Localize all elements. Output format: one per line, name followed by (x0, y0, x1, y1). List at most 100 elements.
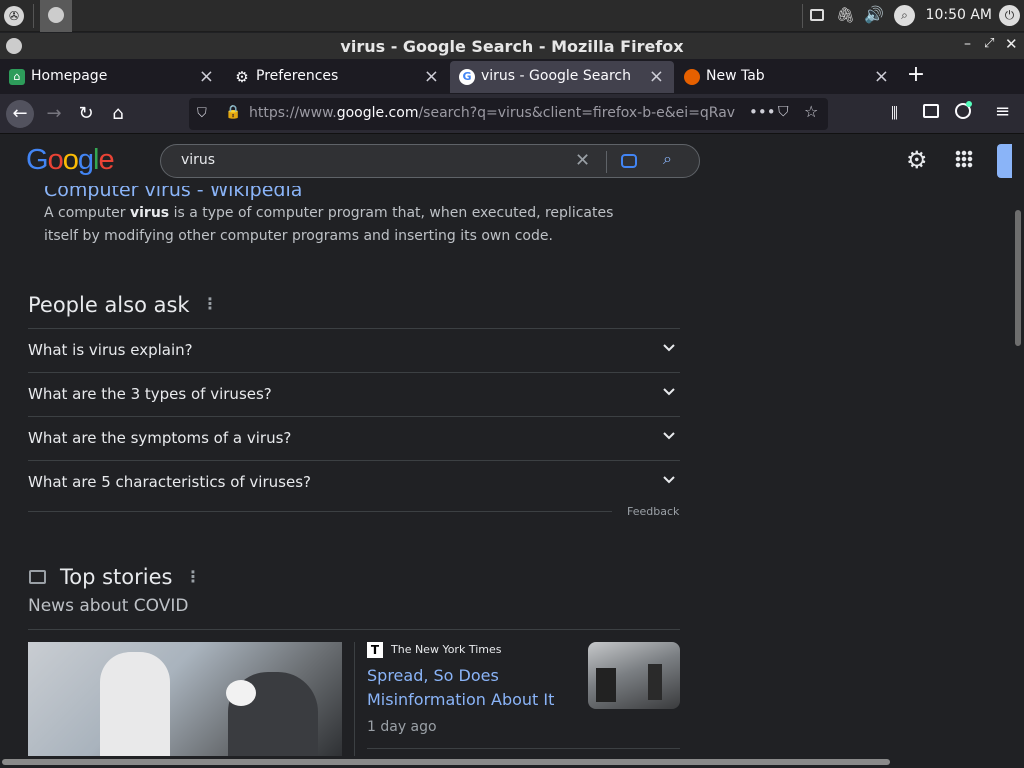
minimize-icon[interactable]: – (964, 36, 971, 52)
volume-icon[interactable]: 🔊 (864, 5, 884, 24)
paperclip-icon[interactable]: 🖇 (836, 6, 855, 24)
close-window-icon[interactable]: ✕ (1005, 35, 1018, 53)
clear-search-icon[interactable]: ✕ (575, 150, 590, 171)
tab-new-tab[interactable]: New Tab × (675, 61, 899, 93)
people-also-ask-heading: People also ask (28, 293, 190, 317)
firefox-icon (684, 69, 700, 85)
bookmark-star-icon[interactable]: ☆ (804, 102, 818, 121)
back-button[interactable]: ← (6, 100, 34, 128)
story-thumbnail-figure (648, 664, 662, 700)
search-icon[interactable]: ⌕ (663, 149, 672, 169)
snippet-text: A computer (44, 205, 130, 221)
google-icon: G (459, 69, 475, 85)
panel-divider (802, 4, 803, 28)
sidebar-icon[interactable] (923, 104, 939, 118)
divider (367, 748, 680, 749)
pocket-icon[interactable]: ⛉ (778, 104, 789, 120)
divider (28, 511, 612, 512)
panel-divider (33, 4, 34, 28)
maximize-icon[interactable]: ⤢ (984, 36, 994, 51)
story-time: 1 day ago (367, 719, 437, 735)
close-tab-icon[interactable]: × (874, 66, 889, 87)
vertical-scroll-thumb[interactable] (1015, 210, 1021, 346)
tab-bar: ⌂ Homepage × ⚙ Preferences × G virus - G… (0, 59, 1024, 94)
divider (28, 629, 680, 630)
close-tab-icon[interactable]: × (199, 66, 214, 87)
top-stories-heading: Top stories (60, 565, 173, 589)
forward-button[interactable]: → (40, 100, 68, 128)
url-bar[interactable]: ⛉ 🔒 https://www.google.com/search?q=viru… (189, 98, 828, 130)
story-thumbnail-figure (596, 668, 616, 702)
hamburger-menu-icon[interactable]: ≡ (995, 101, 1010, 122)
paa-question[interactable]: What are 5 characteristics of viruses? (28, 460, 680, 504)
paa-question[interactable]: What is virus explain? (28, 328, 680, 372)
gear-icon: ⚙ (235, 68, 249, 86)
feedback-link[interactable]: Feedback (627, 505, 679, 518)
vertical-scrollbar[interactable] (1012, 186, 1024, 756)
story-title-line[interactable]: Misinformation About It (367, 690, 554, 709)
horizontal-scroll-thumb[interactable] (2, 759, 890, 765)
menu-launcher-icon[interactable]: ✇ (4, 6, 24, 26)
tab-label: Preferences (256, 68, 339, 84)
paa-question-text: What are the 3 types of viruses? (28, 385, 272, 403)
nyt-logo-icon: T (367, 642, 383, 658)
system-panel: ✇ 🖇 🔊 ⌕ 10:50 AM ⏻ (0, 0, 1024, 32)
url-host: google.com (336, 105, 419, 121)
clock[interactable]: 10:50 AM (926, 7, 992, 23)
tab-google-search[interactable]: G virus - Google Search × (450, 61, 674, 93)
chevron-down-icon[interactable] (662, 341, 676, 355)
url-text[interactable]: https://www.google.com/search?q=virus&cl… (249, 105, 739, 121)
story-title-line[interactable]: Spread, So Does (367, 666, 499, 685)
taskbar-firefox-item[interactable] (40, 0, 72, 32)
story-image[interactable] (28, 642, 342, 756)
snippet-highlight: virus (130, 205, 170, 221)
settings-gear-icon[interactable]: ⚙ (906, 146, 928, 174)
paa-question-text: What is virus explain? (28, 341, 193, 359)
app-icon: ⌂ (9, 69, 25, 85)
paa-question[interactable]: What are the symptoms of a virus? (28, 416, 680, 460)
more-options-icon[interactable]: ⋮ (185, 567, 201, 586)
search-results: Computer virus - Wikipedia A computer vi… (0, 186, 1012, 756)
reload-button[interactable]: ↻ (72, 100, 100, 128)
divider (354, 642, 355, 756)
google-header: Google virus ✕ ⌕ ⚙ (0, 134, 1012, 186)
camera-search-icon[interactable] (621, 154, 637, 168)
tab-preferences[interactable]: ⚙ Preferences × (225, 61, 449, 93)
url-prefix: https://www. (249, 105, 337, 121)
page-actions-icon[interactable]: ••• (749, 103, 776, 121)
sign-in-button[interactable] (997, 144, 1012, 178)
notification-icon[interactable] (810, 9, 824, 21)
story-image-figure (100, 652, 170, 756)
chevron-down-icon[interactable] (662, 473, 676, 487)
search-panel-icon[interactable]: ⌕ (894, 5, 915, 26)
more-options-icon[interactable]: ⋮ (202, 294, 218, 313)
apps-grid-icon[interactable] (955, 150, 973, 168)
close-tab-icon[interactable]: × (649, 66, 664, 87)
lock-warning-icon[interactable]: 🔒 (225, 105, 241, 120)
search-divider (606, 151, 607, 173)
navigation-bar: ← → ↻ ⌂ ⛉ 🔒 https://www.google.com/searc… (0, 94, 1024, 134)
tab-homepage[interactable]: ⌂ Homepage × (0, 61, 224, 93)
search-box[interactable]: virus ✕ ⌕ (160, 144, 700, 178)
story-source: The New York Times (391, 643, 502, 656)
paa-question-text: What are 5 characteristics of viruses? (28, 473, 311, 491)
library-icon[interactable]: ⫼ (891, 104, 898, 122)
horizontal-scrollbar[interactable] (0, 756, 1024, 768)
top-stories-subheading: News about COVID (28, 596, 189, 616)
close-tab-icon[interactable]: × (424, 66, 439, 87)
result-snippet: A computer virus is a type of computer p… (44, 202, 624, 248)
chevron-down-icon[interactable] (662, 385, 676, 399)
tab-label: virus - Google Search (481, 68, 631, 84)
new-tab-button[interactable]: + (904, 61, 928, 91)
chevron-down-icon[interactable] (662, 429, 676, 443)
paa-question[interactable]: What are the 3 types of viruses? (28, 372, 680, 416)
result-title-link[interactable]: Computer virus - Wikipedia (44, 186, 302, 201)
story-thumbnail[interactable] (588, 642, 680, 709)
firefox-taskbar-icon (48, 7, 64, 23)
shield-icon[interactable]: ⛉ (197, 106, 207, 121)
home-button[interactable]: ⌂ (104, 100, 132, 128)
search-input[interactable]: virus (181, 152, 215, 168)
url-path: /search?q=virus&client=firefox-b-e&ei=qR… (418, 105, 736, 121)
google-logo[interactable]: Google (26, 144, 115, 177)
power-icon[interactable]: ⏻ (999, 5, 1020, 26)
